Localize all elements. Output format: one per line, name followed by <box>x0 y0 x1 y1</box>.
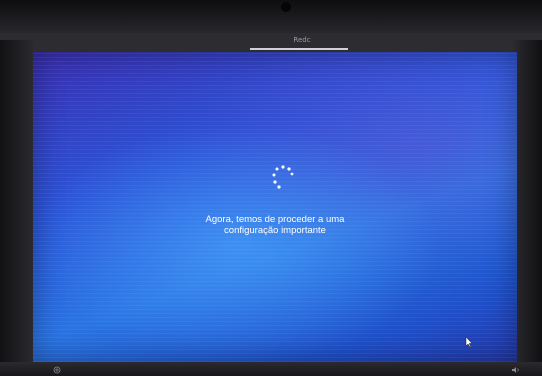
photo-frame: Redc Agora, temos de proceder a uma conf… <box>0 0 542 376</box>
ease-of-access-icon[interactable] <box>52 366 62 374</box>
status-line-1: Agora, temos de proceder a uma <box>205 214 345 225</box>
setup-status-message: Agora, temos de proceder a uma configura… <box>33 214 517 236</box>
monitor-bezel-left <box>0 40 34 376</box>
status-line-2: configuração importante <box>224 225 326 236</box>
tab-label: Redc <box>293 36 311 44</box>
monitor-bezel-bottom <box>0 362 542 376</box>
volume-icon[interactable] <box>511 366 521 374</box>
webcam <box>281 2 291 12</box>
tab-underline <box>250 48 348 50</box>
screen-moire <box>33 52 517 362</box>
setup-screen <box>33 52 517 362</box>
loading-spinner-icon <box>272 165 294 189</box>
mouse-cursor-icon <box>465 336 473 348</box>
